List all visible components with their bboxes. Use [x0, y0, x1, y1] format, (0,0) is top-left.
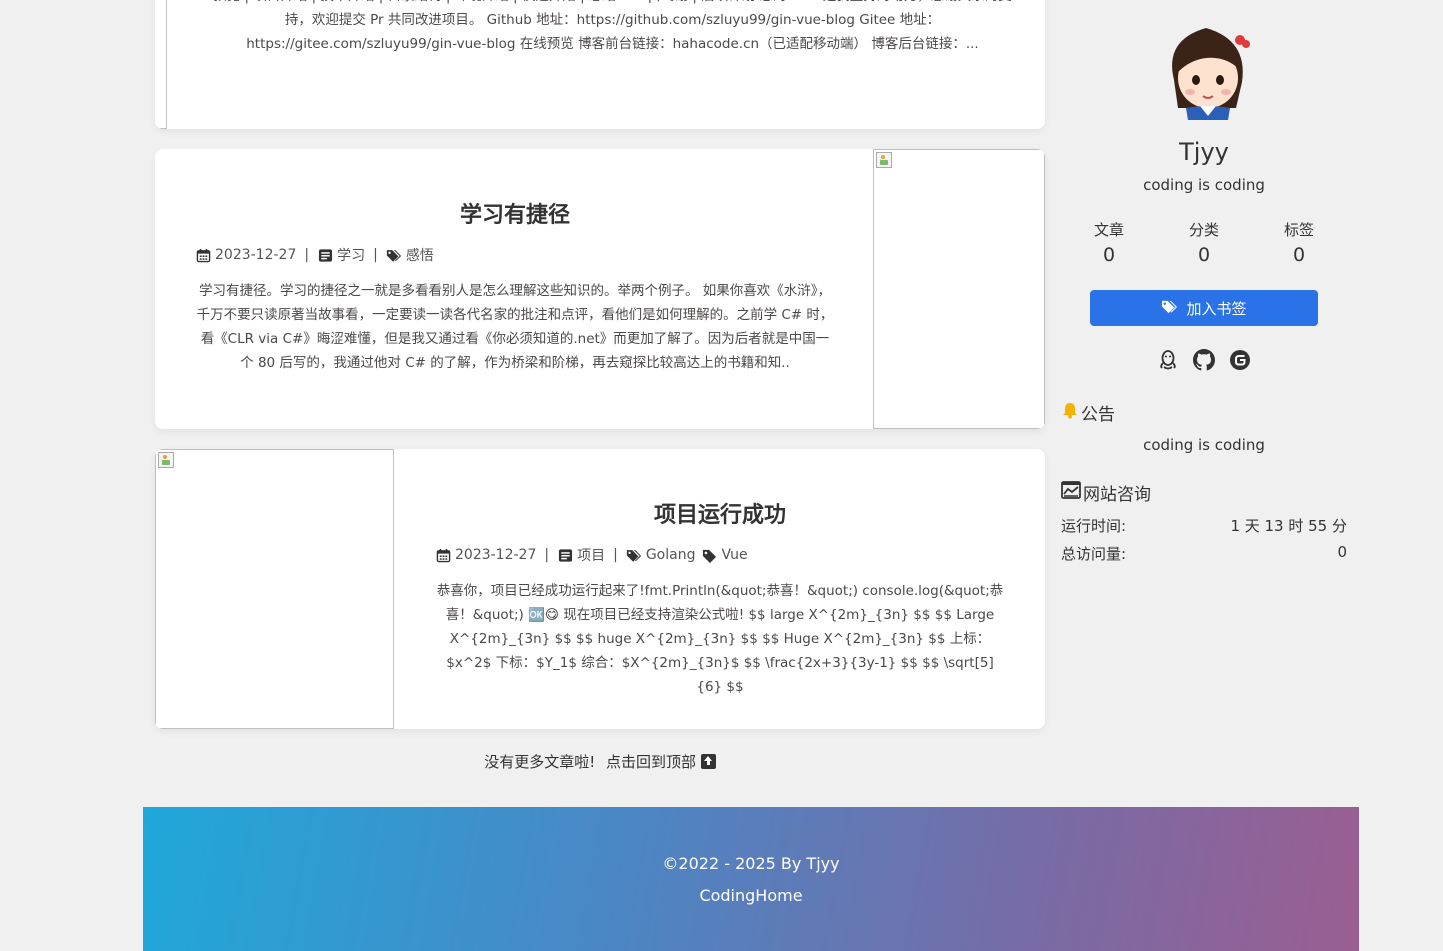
- stat-value: 0: [1292, 244, 1306, 266]
- article-card[interactable]: 学习有捷径 2023-12-27 | 学习 | 感悟 学习有捷径。学习的捷径之一…: [155, 149, 1045, 429]
- info-label: 运行时间:: [1061, 517, 1127, 535]
- announcement-text: coding is coding: [1143, 436, 1265, 454]
- info-label: 总访问量:: [1061, 545, 1127, 563]
- no-more-text: 没有更多文章啦!: [484, 753, 596, 771]
- category-icon: [557, 547, 573, 563]
- article-date: 2023-12-27: [455, 547, 537, 563]
- site-info-visits: 总访问量: 0: [1061, 543, 1347, 564]
- article-content: 学习有捷径 2023-12-27 | 学习 | 感悟 学习有捷径。学习的捷径之一…: [195, 149, 835, 375]
- article-tag[interactable]: Vue: [721, 547, 747, 563]
- chart-icon: [1061, 481, 1081, 504]
- arrow-up-icon[interactable]: [700, 754, 716, 769]
- stat-value: 0: [1102, 244, 1116, 266]
- announcement-title: 公告: [1061, 400, 1115, 425]
- stat-label: 文章: [1093, 221, 1124, 239]
- github-icon[interactable]: [1193, 349, 1215, 371]
- stat-articles[interactable]: 文章 0: [1062, 219, 1157, 269]
- article-card[interactable]: 项目运行成功 2023-12-27 | 项目 | Golang Vue 恭喜你，…: [155, 449, 1045, 729]
- tags-icon: [626, 547, 642, 563]
- meta-separator: |: [373, 247, 378, 263]
- author-description: coding is coding: [1143, 176, 1265, 194]
- tags-icon: [386, 247, 402, 263]
- site-info-runtime: 运行时间: 1 天 13 时 55 分: [1061, 515, 1347, 536]
- footer: ©2022 - 2025 By Tjyy CodingHome: [143, 807, 1359, 951]
- article-tag[interactable]: Golang: [646, 547, 696, 563]
- article-meta: 2023-12-27 | 学习 | 感悟: [195, 243, 835, 267]
- stat-value: 0: [1197, 244, 1211, 266]
- article-tag[interactable]: 感悟: [406, 245, 434, 265]
- author-stats: 文章 0 分类 0 标签 0: [1061, 219, 1347, 269]
- info-value: 0: [1337, 543, 1347, 561]
- calendar-icon: [195, 247, 211, 263]
- article-summary: 恭喜你，项目已经成功运行起来了!fmt.Println(&quot;恭喜！&qu…: [436, 583, 1004, 695]
- stat-categories[interactable]: 分类 0: [1157, 219, 1252, 269]
- broken-image-icon: [158, 452, 174, 468]
- article-card[interactable]: 预览 | 项目介绍 | 技术介绍 | 目录结构 | 环境介绍 | 快速开始 | …: [155, 0, 1045, 129]
- author-name: Tjyy: [1179, 138, 1229, 166]
- article-title[interactable]: 学习有捷径: [195, 199, 835, 233]
- stat-tags[interactable]: 标签 0: [1252, 219, 1347, 269]
- info-value: 1 天 13 时 55 分: [1230, 517, 1347, 535]
- article-date: 2023-12-27: [215, 247, 297, 263]
- article-cover-image[interactable]: [155, 0, 167, 129]
- article-content: 项目运行成功 2023-12-27 | 项目 | Golang Vue 恭喜你，…: [435, 449, 1005, 699]
- add-bookmark-label: 加入书签: [1186, 299, 1247, 318]
- broken-image-icon: [876, 152, 892, 168]
- site-info-title: 网站咨询: [1061, 480, 1151, 505]
- avatar-image: [1172, 28, 1250, 120]
- avatar: [1156, 20, 1256, 120]
- tag-icon: [701, 547, 717, 563]
- footer-copyright: ©2022 - 2025 By Tjyy: [662, 854, 840, 873]
- no-more-articles: 没有更多文章啦! 点击回到顶部: [155, 750, 1045, 774]
- add-bookmark-button[interactable]: 加入书签: [1090, 290, 1318, 326]
- bell-icon: [1061, 401, 1079, 424]
- article-title[interactable]: 项目运行成功: [435, 499, 1005, 533]
- meta-separator: |: [613, 547, 618, 563]
- calendar-icon: [435, 547, 451, 563]
- meta-separator: |: [304, 247, 310, 263]
- article-content: 预览 | 项目介绍 | 技术介绍 | 目录结构 | 环境介绍 | 快速开始 | …: [205, 0, 1020, 56]
- article-summary: 预览 | 项目介绍 | 技术介绍 | 目录结构 | 环境介绍 | 快速开始 | …: [213, 0, 1012, 52]
- article-cover-image[interactable]: [873, 149, 1045, 429]
- back-to-top-link[interactable]: 点击回到顶部: [606, 753, 696, 771]
- tags-icon: [1161, 299, 1178, 318]
- footer-site-name[interactable]: CodingHome: [143, 885, 1359, 907]
- meta-separator: |: [544, 547, 550, 563]
- stat-label: 分类: [1188, 221, 1219, 239]
- article-cover-image[interactable]: [155, 449, 394, 729]
- article-category[interactable]: 项目: [577, 545, 605, 565]
- gitee-icon[interactable]: [1229, 349, 1251, 371]
- article-category[interactable]: 学习: [337, 245, 365, 265]
- article-meta: 2023-12-27 | 项目 | Golang Vue: [435, 543, 1005, 567]
- article-summary: 学习有捷径。学习的捷径之一就是多看看别人是怎么理解这些知识的。举两个例子。 如果…: [196, 283, 834, 371]
- qq-icon[interactable]: [1157, 349, 1179, 371]
- stat-label: 标签: [1283, 221, 1314, 239]
- social-links: [1061, 349, 1347, 371]
- category-icon: [317, 247, 333, 263]
